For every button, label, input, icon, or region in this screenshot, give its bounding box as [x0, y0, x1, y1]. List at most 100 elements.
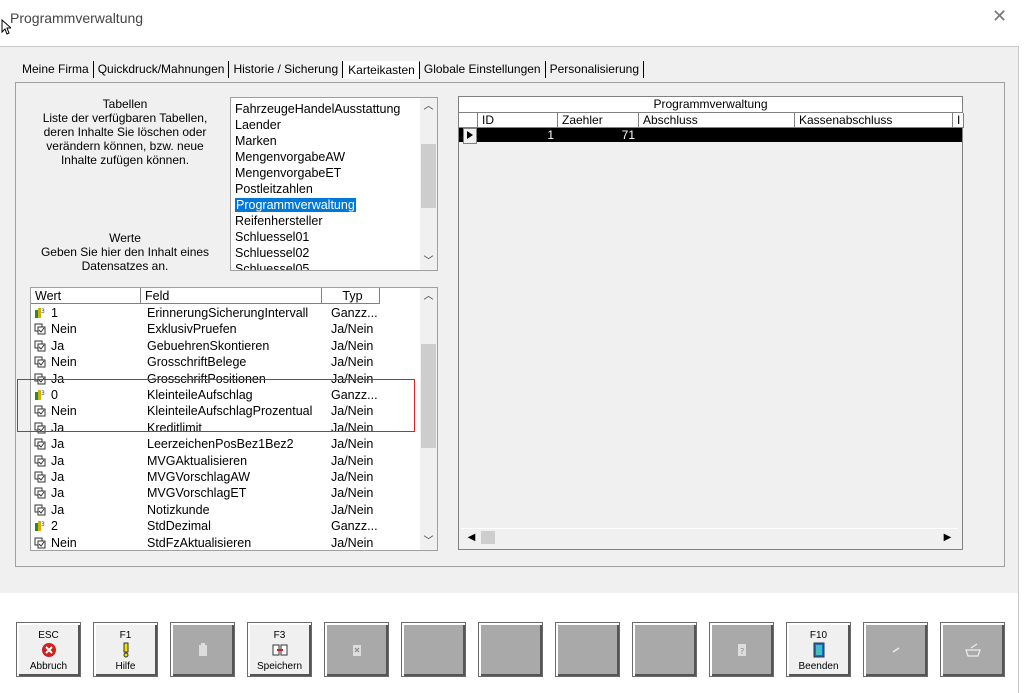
- cell-feld: LeerzeichenPosBez1Bez2: [147, 437, 294, 452]
- boolean-icon: [34, 340, 46, 352]
- list-item[interactable]: Laender: [231, 117, 420, 133]
- scroll-down-icon[interactable]: ﹀: [420, 253, 437, 270]
- table-row[interactable]: Ja Notizkunde Ja/Nein: [31, 502, 420, 518]
- cell-feld: StdDezimal: [147, 519, 211, 534]
- list-item[interactable]: Schluessel05: [231, 261, 420, 270]
- table-row[interactable]: 3 1 ErinnerungSicherungIntervall Ganzz...: [31, 305, 420, 321]
- tab-strip: Meine Firma Quickdruck/Mahnungen Historie …: [18, 61, 644, 81]
- cell-feld: MVGVorschlagET: [147, 486, 247, 501]
- table-row[interactable]: Nein ExklusivPruefen Ja/Nein: [31, 321, 420, 337]
- list-item[interactable]: Schluessel02: [231, 245, 420, 261]
- window-title: Programmverwaltung: [10, 10, 144, 26]
- scroll-right-icon[interactable]: ▶: [939, 529, 956, 546]
- list-item[interactable]: Schluessel01: [231, 229, 420, 245]
- pen-icon: [892, 647, 900, 653]
- toolbar-button-12[interactable]: [863, 622, 928, 677]
- column-header-more[interactable]: I: [953, 113, 964, 127]
- button-label: Abbruch: [29, 661, 68, 672]
- cell-feld: StdFzAktualisieren: [147, 535, 252, 550]
- boolean-icon: [34, 356, 46, 368]
- tab-historie-sicherung[interactable]: Historie / Sicherung: [229, 61, 344, 78]
- tab-globale-einstellungen[interactable]: Globale Einstellungen: [420, 61, 546, 78]
- list-item[interactable]: Reifenhersteller: [231, 213, 420, 229]
- column-header-abschluss[interactable]: Abschluss: [639, 113, 795, 127]
- list-item[interactable]: MengenvorgabeAW: [231, 149, 420, 165]
- programmverwaltung-grid[interactable]: Programmverwaltung ID Zaehler Abschluss …: [458, 96, 964, 550]
- list-item[interactable]: Postleitzahlen: [231, 181, 420, 197]
- list-item-label: MengenvorgabeET: [235, 166, 342, 180]
- scroll-thumb[interactable]: [421, 144, 436, 208]
- cell-wert: Nein: [51, 535, 77, 550]
- cell-typ: Ja/Nein: [331, 486, 374, 501]
- cell-feld: ErinnerungSicherungIntervall: [147, 306, 309, 320]
- scroll-up-icon[interactable]: ︿: [420, 98, 437, 115]
- horizontal-scrollbar[interactable]: ◀ ▶: [461, 528, 958, 546]
- column-header-id[interactable]: ID: [478, 113, 558, 127]
- tab-quickdruck-mahnungen[interactable]: Quickdruck/Mahnungen: [94, 61, 230, 78]
- cell-wert: Ja: [51, 502, 65, 517]
- toolbar-button-10[interactable]: ?: [709, 622, 774, 677]
- grid-header: ID Zaehler Abschluss Kassenabschluss I: [459, 113, 964, 128]
- speichern-button[interactable]: F3 Speichern: [247, 622, 312, 677]
- table-row[interactable]: Ja MVGVorschlagET Ja/Nein: [31, 485, 420, 501]
- help-icon: [123, 642, 129, 658]
- table-row[interactable]: 1 71: [459, 128, 962, 144]
- table-row[interactable]: Nein GrosschriftBelege Ja/Nein: [31, 354, 420, 370]
- boolean-icon: [34, 323, 46, 335]
- svg-text:3: 3: [41, 521, 45, 528]
- boolean-icon: [34, 438, 46, 450]
- toolbar-button-13[interactable]: [940, 622, 1005, 677]
- list-item-label: Marken: [235, 134, 277, 148]
- cell-typ: Ja/Nein: [331, 338, 374, 353]
- tab-meine-firma[interactable]: Meine Firma: [18, 61, 94, 78]
- list-item[interactable]: Programmverwaltung: [231, 197, 420, 213]
- function-key-label: F3: [273, 630, 286, 641]
- table-row[interactable]: Ja MVGVorschlagAW Ja/Nein: [31, 469, 420, 485]
- list-item[interactable]: Marken: [231, 133, 420, 149]
- button-label: Beenden: [798, 661, 839, 672]
- table-row[interactable]: Nein StdFzAktualisieren Ja/Nein: [31, 535, 420, 550]
- column-header-wert[interactable]: Wert: [31, 288, 141, 304]
- cell-typ: Ja/Nein: [331, 453, 374, 468]
- toolbar-button-6[interactable]: [401, 622, 466, 677]
- close-icon[interactable]: ✕: [992, 6, 1007, 27]
- value-grid-scrollbar[interactable]: ︿ ﹀: [420, 288, 437, 550]
- toolbar-button-5[interactable]: [324, 622, 389, 677]
- list-item[interactable]: MengenvorgabeET: [231, 165, 420, 181]
- table-row[interactable]: Ja MVGAktualisieren Ja/Nein: [31, 453, 420, 469]
- table-row[interactable]: 3 2 StdDezimal Ganzz...: [31, 518, 420, 534]
- tab-personalisierung[interactable]: Personalisierung: [546, 61, 644, 78]
- scroll-down-icon[interactable]: ﹀: [420, 533, 437, 550]
- cell-typ: Ja/Nein: [331, 470, 374, 484]
- cell-zaehler: 71: [621, 128, 635, 142]
- table-row[interactable]: Ja LeerzeichenPosBez1Bez2 Ja/Nein: [31, 436, 420, 452]
- tabellen-label: Tabellen Liste der verfügbaren Tabellen,…: [42, 97, 208, 167]
- mouse-cursor-icon: [1, 19, 11, 35]
- scroll-left-icon[interactable]: ◀: [463, 529, 480, 546]
- function-key-label: F10: [809, 630, 828, 641]
- column-header-feld[interactable]: Feld: [141, 288, 322, 304]
- column-header-zaehler[interactable]: Zaehler: [558, 113, 639, 127]
- hilfe-button[interactable]: F1 Hilfe: [93, 622, 158, 677]
- beenden-button[interactable]: F10 Beenden: [786, 622, 851, 677]
- table-listbox[interactable]: FahrzeugeHandelAusstattung Laender Marken M…: [230, 97, 438, 271]
- column-header-typ[interactable]: Typ: [322, 288, 380, 304]
- abbruch-button[interactable]: ESC Abbruch: [16, 622, 81, 677]
- table-list-scrollbar[interactable]: ︿ ﹀: [420, 98, 437, 270]
- list-item-label: Postleitzahlen: [235, 182, 313, 196]
- tab-karteikasten[interactable]: Karteikasten: [343, 61, 420, 79]
- list-item[interactable]: FahrzeugeHandelAusstattung: [231, 101, 420, 117]
- toolbar-button-7[interactable]: [478, 622, 543, 677]
- toolbar-button-8[interactable]: [555, 622, 620, 677]
- list-item-label: Laender: [235, 118, 281, 132]
- scroll-thumb[interactable]: [421, 344, 436, 448]
- toolbar-button-3[interactable]: [170, 622, 235, 677]
- row-indicator-header: [459, 113, 478, 127]
- cell-typ: Ja/Nein: [331, 322, 374, 337]
- list-item-label: Schluessel02: [235, 246, 310, 260]
- column-header-kassenabschluss[interactable]: Kassenabschluss: [795, 113, 953, 127]
- table-row[interactable]: Ja GebuehrenSkontieren Ja/Nein: [31, 338, 420, 354]
- scroll-up-icon[interactable]: ︿: [420, 288, 437, 305]
- toolbar-button-9[interactable]: [632, 622, 697, 677]
- scroll-thumb[interactable]: [481, 531, 495, 544]
